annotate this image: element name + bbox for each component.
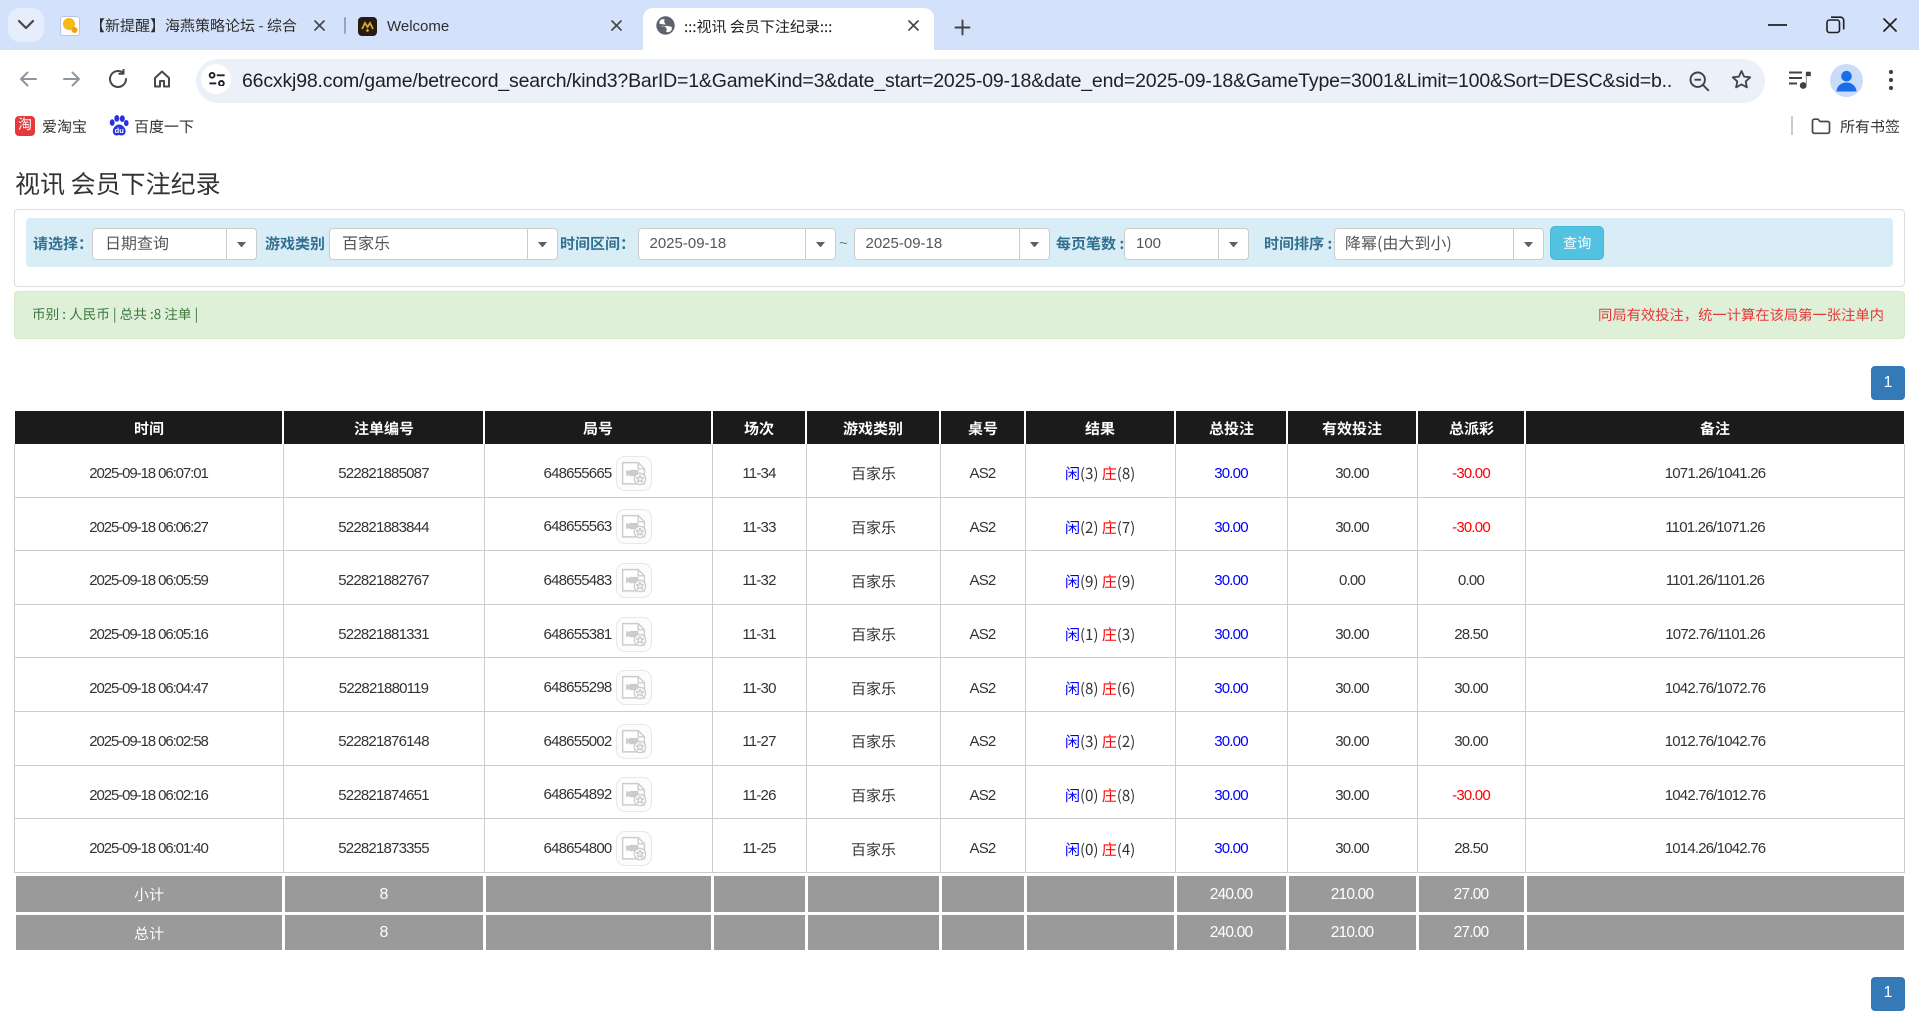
svg-text:du: du [115, 126, 125, 135]
